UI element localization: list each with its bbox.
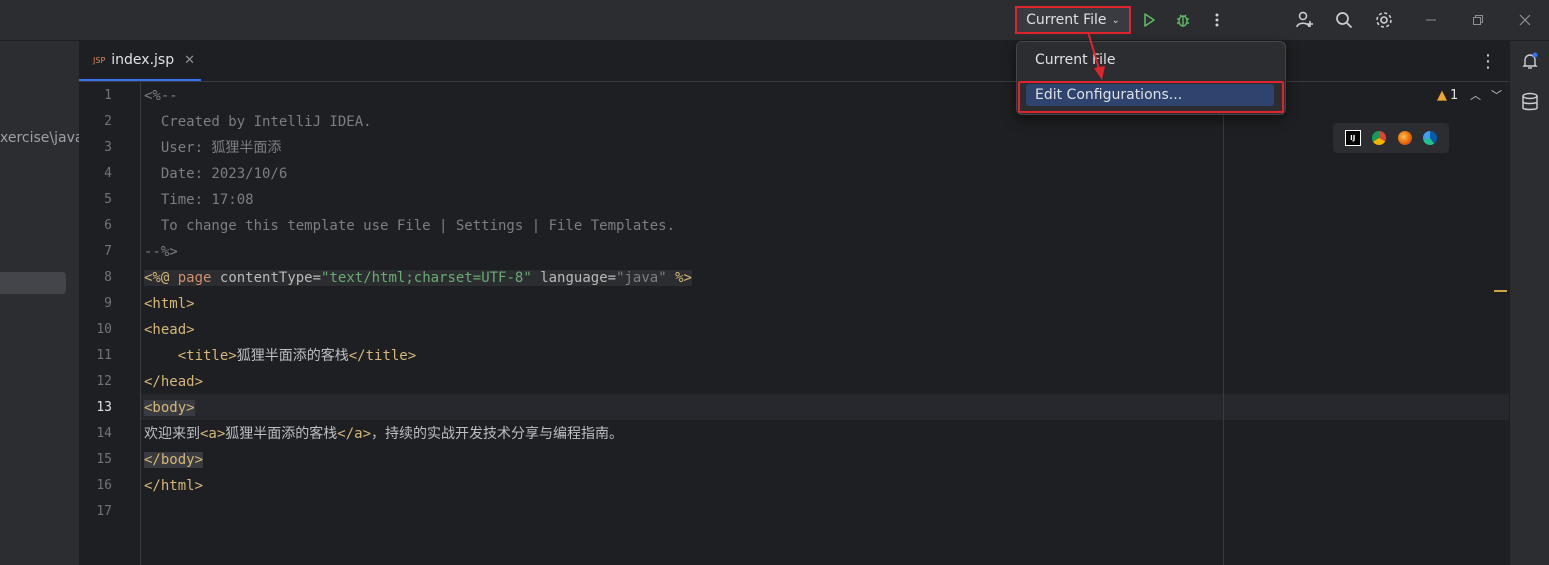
title-bar: Current File ⌄ bbox=[0, 0, 1549, 41]
code-line[interactable]: 欢迎来到<a>狐狸半面添的客栈</a>，持续的实战开发技术分享与编程指南。 bbox=[144, 421, 623, 447]
code-line[interactable]: To change this template use File | Setti… bbox=[144, 213, 675, 239]
line-number: 12 bbox=[96, 374, 112, 389]
line-number: 13 bbox=[96, 400, 112, 415]
tab-options-icon[interactable]: ⋮ bbox=[1479, 51, 1497, 72]
code-line[interactable]: Time: 17:08 bbox=[144, 187, 254, 213]
database-icon[interactable] bbox=[1521, 92, 1539, 116]
code-line[interactable]: </head> bbox=[144, 369, 203, 395]
chrome-icon[interactable] bbox=[1372, 131, 1387, 145]
line-number: 3 bbox=[104, 140, 112, 155]
code-editor[interactable]: <%-- Created by IntelliJ IDEA. User: 狐狸半… bbox=[141, 82, 1509, 565]
code-line[interactable]: --%> bbox=[144, 239, 178, 265]
settings-icon[interactable] bbox=[1372, 8, 1396, 32]
code-line[interactable]: <title>狐狸半面添的客栈</title> bbox=[144, 343, 416, 369]
next-highlight-icon[interactable]: ﹀ bbox=[1491, 87, 1502, 103]
code-line[interactable]: </html> bbox=[144, 473, 203, 499]
close-tab-icon[interactable]: ✕ bbox=[184, 53, 195, 68]
search-icon[interactable] bbox=[1332, 8, 1356, 32]
line-number: 10 bbox=[96, 322, 112, 337]
line-number-gutter: 1 2 3 4 5 6 7 8 9 10 11 12 13 14 15 16 17 bbox=[79, 82, 141, 565]
line-number: 16 bbox=[96, 478, 112, 493]
close-window-icon[interactable] bbox=[1513, 8, 1537, 32]
run-icon[interactable] bbox=[1137, 8, 1161, 32]
line-number: 2 bbox=[104, 114, 112, 129]
right-margin-guide bbox=[1223, 82, 1224, 565]
chevron-down-icon: ⌄ bbox=[1111, 14, 1120, 26]
line-number: 15 bbox=[96, 452, 112, 467]
code-line[interactable]: Created by IntelliJ IDEA. bbox=[144, 109, 372, 135]
warning-icon: ▲ bbox=[1437, 88, 1447, 103]
intellij-icon[interactable]: IJ bbox=[1344, 130, 1361, 146]
code-line[interactable]: <%@ page contentType="text/html;charset=… bbox=[144, 265, 692, 291]
code-line[interactable]: </body> bbox=[144, 447, 204, 473]
project-panel: xercise\java bbox=[0, 41, 79, 565]
notifications-icon[interactable] bbox=[1520, 51, 1540, 75]
debug-icon[interactable] bbox=[1171, 8, 1195, 32]
line-number: 17 bbox=[96, 504, 112, 519]
code-line[interactable]: <head> bbox=[144, 317, 195, 343]
code-line[interactable]: <%-- bbox=[144, 83, 178, 109]
line-number: 5 bbox=[104, 192, 112, 207]
project-selected-item[interactable] bbox=[0, 272, 66, 294]
more-options-icon[interactable] bbox=[1205, 8, 1229, 32]
tab-index-jsp[interactable]: JSP index.jsp ✕ bbox=[79, 41, 201, 81]
warning-scroll-marker[interactable] bbox=[1494, 290, 1507, 292]
edge-icon[interactable] bbox=[1423, 131, 1438, 145]
line-number: 1 bbox=[104, 88, 112, 103]
line-number: 7 bbox=[104, 244, 112, 259]
code-line[interactable]: Date: 2023/10/6 bbox=[144, 161, 287, 187]
line-number: 11 bbox=[96, 348, 112, 363]
code-line[interactable]: User: 狐狸半面添 bbox=[144, 135, 282, 161]
line-number: 9 bbox=[104, 296, 112, 311]
code-line[interactable]: <body> bbox=[144, 395, 195, 421]
right-tool-strip bbox=[1509, 41, 1549, 565]
line-number: 4 bbox=[104, 166, 112, 181]
inspection-widget[interactable]: ▲ 1 bbox=[1437, 88, 1458, 103]
minimize-icon[interactable] bbox=[1419, 8, 1443, 32]
tab-label: index.jsp bbox=[111, 52, 175, 68]
run-configuration-dropdown: Current File Edit Configurations... bbox=[1016, 41, 1286, 115]
jsp-file-icon: JSP bbox=[93, 55, 106, 65]
line-number: 14 bbox=[96, 426, 112, 441]
warning-count: 1 bbox=[1450, 88, 1459, 103]
annotation-arrow bbox=[1087, 31, 1105, 80]
editor-tab-bar: JSP index.jsp ✕ ⋮ bbox=[79, 41, 1509, 82]
project-path[interactable]: xercise\java bbox=[0, 130, 79, 146]
restore-icon[interactable] bbox=[1466, 8, 1490, 32]
firefox-icon[interactable] bbox=[1397, 131, 1412, 145]
add-user-icon[interactable] bbox=[1293, 8, 1317, 32]
browser-popup: IJ bbox=[1333, 123, 1449, 153]
run-configuration-label: Current File bbox=[1026, 12, 1107, 28]
code-line[interactable]: <html> bbox=[144, 291, 195, 317]
line-number: 6 bbox=[104, 218, 112, 233]
annotation-highlight-box bbox=[1018, 81, 1284, 113]
line-number: 8 bbox=[104, 270, 112, 285]
previous-highlight-icon[interactable]: ︿ bbox=[1470, 87, 1481, 103]
